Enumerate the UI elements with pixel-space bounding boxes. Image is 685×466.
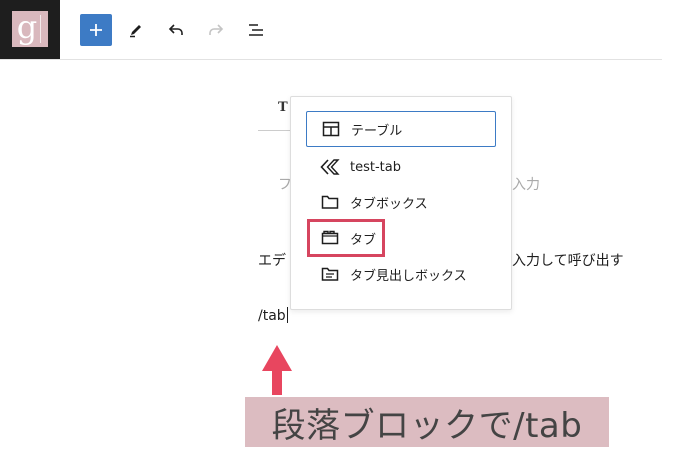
site-logo-button[interactable]: g <box>0 0 60 59</box>
table-icon <box>321 119 341 139</box>
plus-icon <box>90 24 102 36</box>
undo-button[interactable] <box>160 14 192 46</box>
edit-tool-button[interactable] <box>120 14 152 46</box>
autocomplete-item-label: タブ見出しボックス <box>350 268 467 284</box>
highlight-box <box>307 219 385 257</box>
redo-icon <box>209 24 224 35</box>
logo-letter: g <box>16 8 38 46</box>
redo-button[interactable] <box>200 14 232 46</box>
post-title[interactable]: T <box>278 100 288 115</box>
folder-icon <box>320 192 340 212</box>
paragraph-block-input[interactable]: /tab <box>258 307 288 324</box>
paragraph-text-right: 入力して呼び出す <box>512 253 624 269</box>
autocomplete-item-tab-heading-box[interactable]: タブ見出しボックス <box>306 256 496 292</box>
annotation-arrow-icon <box>262 345 292 395</box>
autocomplete-item-label: タブボックス <box>350 196 428 212</box>
folder-text-icon <box>320 264 340 284</box>
chevron-double-left-icon <box>320 157 340 177</box>
slash-command-text: /tab <box>258 308 286 324</box>
logo-icon: g <box>12 8 48 47</box>
block-autocomplete-popover: テーブル test-tab タブボックス タブ タブ見出しボックス <box>290 96 512 310</box>
autocomplete-item-label: テーブル <box>351 123 403 139</box>
autocomplete-item-test-tab[interactable]: test-tab <box>306 149 496 185</box>
list-view-icon <box>249 24 263 36</box>
pencil-icon <box>130 25 141 38</box>
undo-icon <box>168 24 183 35</box>
title-separator <box>258 130 290 131</box>
editor-toolbar: g <box>0 0 662 60</box>
autocomplete-item-table[interactable]: テーブル <box>306 111 496 147</box>
paragraph-text-left: エデ <box>258 253 286 269</box>
block-placeholder-right: 入力 <box>512 177 540 193</box>
caption-banner: 段落ブロックで/tab <box>245 397 609 447</box>
text-caret <box>286 307 288 323</box>
autocomplete-item-tab-box[interactable]: タブボックス <box>306 184 496 220</box>
add-block-button[interactable] <box>80 14 112 46</box>
autocomplete-item-label: test-tab <box>350 159 401 175</box>
list-view-button[interactable] <box>240 14 272 46</box>
